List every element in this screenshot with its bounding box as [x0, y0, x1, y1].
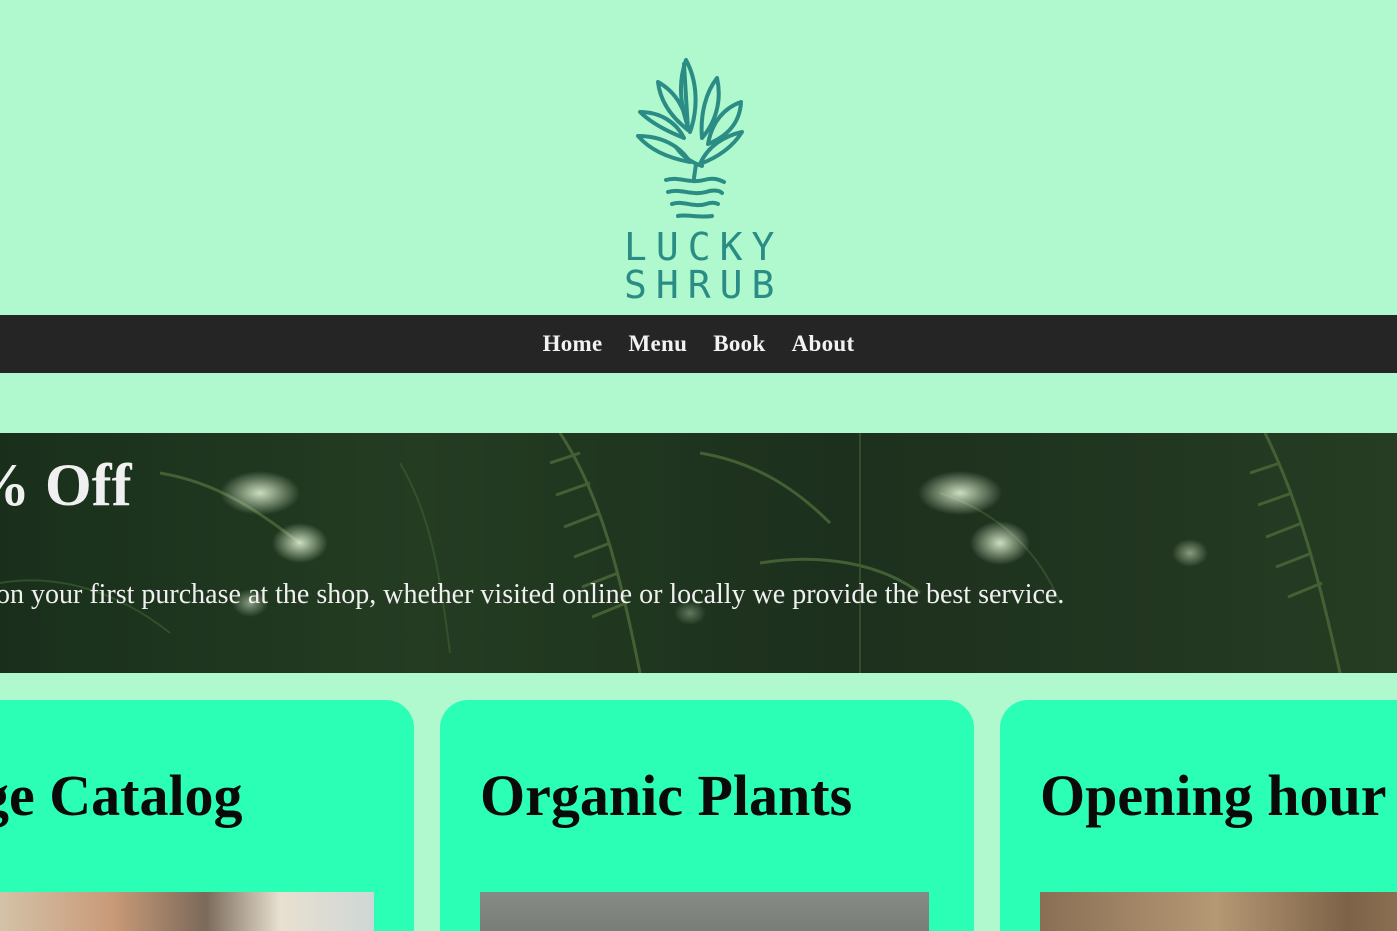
organic-plants-card[interactable]: Organic Plants — [440, 700, 974, 931]
promo-title: % Off — [0, 452, 132, 518]
potted-plant-icon — [636, 58, 744, 219]
promo-banner: % Off on your first purchase at the shop… — [0, 433, 1397, 673]
card-title: ge Catalog — [0, 763, 243, 828]
card-image — [480, 892, 929, 931]
promo-description: on your first purchase at the shop, whet… — [0, 579, 1065, 610]
foliage-background-image — [0, 433, 1397, 673]
card-title: Opening hour — [1040, 763, 1387, 828]
brand-name-line2: SHRUB — [624, 263, 784, 307]
site-logo[interactable]: LUCKY SHRUB — [620, 52, 774, 307]
nav-home-link[interactable]: Home — [543, 331, 603, 357]
site-header: LUCKY SHRUB — [0, 0, 1397, 315]
card-image — [1040, 892, 1397, 931]
nav-book-link[interactable]: Book — [713, 331, 765, 357]
brand-name-line1: LUCKY — [624, 225, 784, 269]
nav-about-link[interactable]: About — [792, 331, 855, 357]
card-image — [0, 892, 374, 931]
nav-menu-link[interactable]: Menu — [629, 331, 688, 357]
main-nav: Home Menu Book About — [0, 315, 1397, 373]
opening-hours-card[interactable]: Opening hour — [1000, 700, 1397, 931]
page: LUCKY SHRUB Home Menu Book About Off on … — [0, 0, 1397, 931]
catalog-card[interactable]: ge Catalog — [0, 700, 414, 931]
card-title: Organic Plants — [480, 763, 853, 828]
